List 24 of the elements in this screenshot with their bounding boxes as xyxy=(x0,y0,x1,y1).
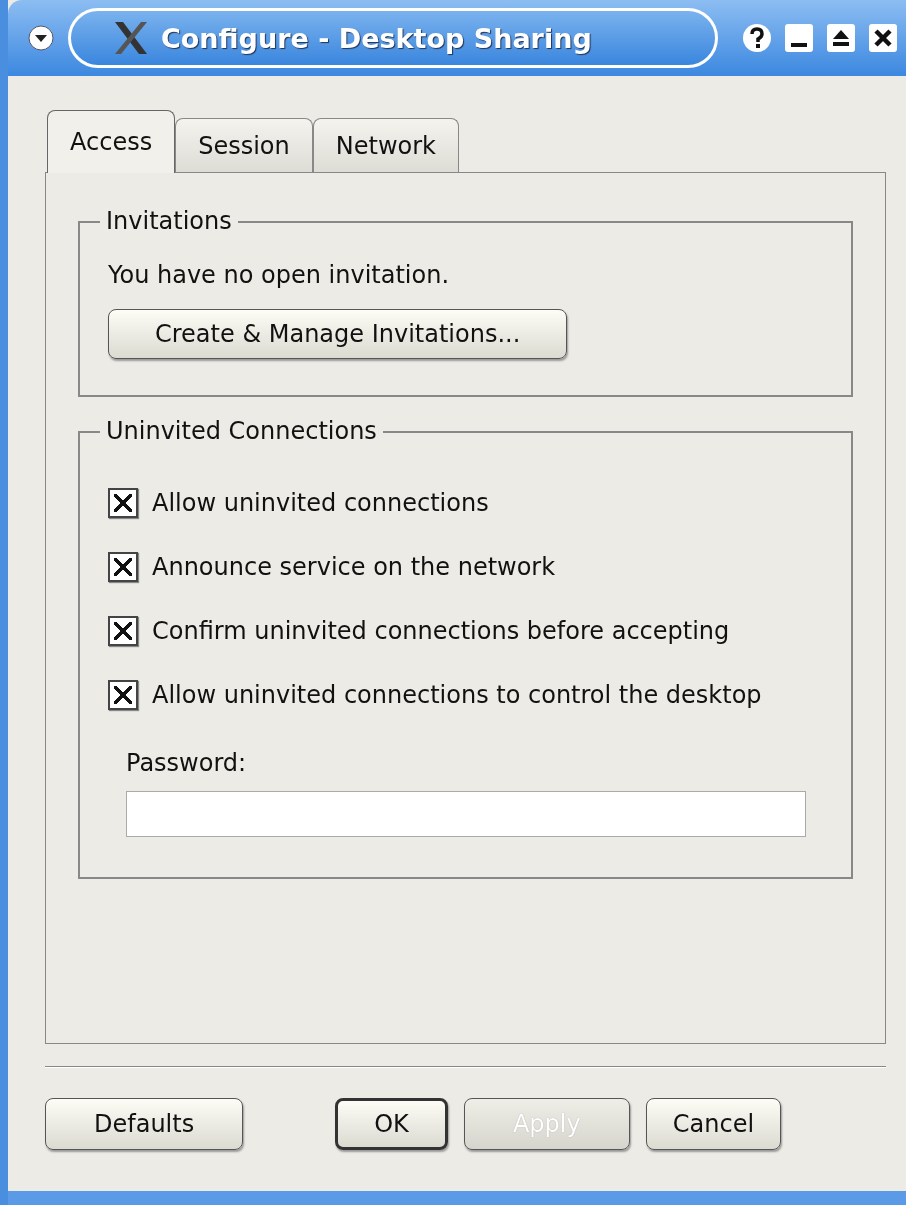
checkbox-label: Announce service on the network xyxy=(152,553,556,581)
dialog-button[interactable]: OK xyxy=(335,1098,448,1150)
checkbox[interactable] xyxy=(108,680,138,710)
checkbox-label: Allow uninvited connections to control the desktop xyxy=(152,681,762,709)
dialog-button[interactable]: Defaults xyxy=(45,1098,244,1150)
tab[interactable]: Network xyxy=(312,118,459,172)
password-field[interactable] xyxy=(126,791,806,837)
checkbox[interactable] xyxy=(108,616,138,646)
manage-invitations-button[interactable]: Create & Manage Invitations... xyxy=(108,309,568,359)
password-label: Password: xyxy=(126,749,247,777)
invitation-status: You have no open invitation. xyxy=(108,261,450,289)
checkbox[interactable] xyxy=(108,488,138,518)
checkbox-label: Allow uninvited connections xyxy=(152,489,489,517)
maximize-button[interactable] xyxy=(826,23,856,53)
window-title: Configure - Desktop Sharing xyxy=(161,22,592,54)
dialog-button[interactable]: Cancel xyxy=(645,1098,782,1150)
minimize-button[interactable] xyxy=(784,23,814,53)
tab[interactable]: Session xyxy=(175,118,313,172)
help-button[interactable] xyxy=(742,23,772,53)
tab[interactable]: Access xyxy=(47,110,176,173)
checkbox-label: Confirm uninvited connections before accepting xyxy=(152,617,730,645)
close-button[interactable] xyxy=(868,23,898,53)
window-menu-button[interactable] xyxy=(28,25,54,51)
checkbox[interactable] xyxy=(108,552,138,582)
